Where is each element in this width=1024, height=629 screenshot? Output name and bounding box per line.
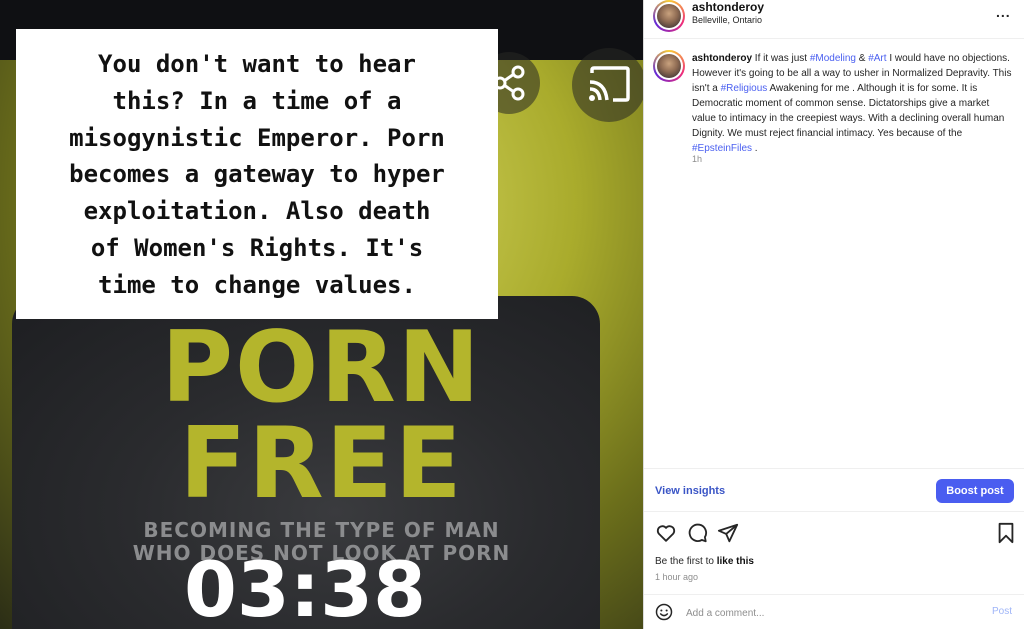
- post-details-panel: ashtonderoy Belleville, Ontario ... asht…: [643, 0, 1024, 629]
- book-subtitle-line-1: BECOMING THE TYPE OF MAN: [143, 518, 500, 542]
- post-comment-button[interactable]: Post: [992, 606, 1012, 617]
- caption-username[interactable]: ashtonderoy: [692, 53, 752, 64]
- insights-bar: View insights Boost post: [644, 468, 1024, 512]
- book-title-line-2: FREE: [179, 407, 464, 521]
- caption-text: &: [855, 53, 869, 64]
- header-username[interactable]: ashtonderoy: [692, 0, 764, 14]
- view-insights-link[interactable]: View insights: [655, 485, 725, 497]
- likes-summary: Be the first to like this: [655, 556, 754, 567]
- caption-body: If it was just #Modeling & #Art I would …: [692, 53, 1011, 154]
- caption-avatar[interactable]: [653, 50, 685, 82]
- emoji-icon[interactable]: [655, 603, 673, 621]
- avatar[interactable]: [653, 0, 685, 32]
- post-media[interactable]: PORN FREE BECOMING THE TYPE OF MAN WHO D…: [0, 0, 643, 629]
- bookmark-icon[interactable]: [996, 522, 1016, 544]
- likes-prefix: Be the first to: [655, 556, 717, 567]
- comment-input[interactable]: [684, 602, 978, 624]
- send-icon[interactable]: [717, 522, 739, 544]
- boost-post-button[interactable]: Boost post: [936, 479, 1014, 503]
- countdown-timer: 03:38: [184, 545, 426, 629]
- cast-icon: [589, 66, 630, 102]
- header-location[interactable]: Belleville, Ontario: [692, 15, 762, 25]
- hashtag-link[interactable]: #Modeling: [810, 53, 856, 64]
- like-this-link[interactable]: like this: [717, 556, 754, 567]
- hashtag-link[interactable]: #EpsteinFiles: [692, 143, 752, 154]
- text-overlay: You don't want to hear this? In a time o…: [69, 50, 445, 299]
- post-actions: [644, 518, 1024, 548]
- hashtag-link[interactable]: #Art: [868, 53, 886, 64]
- comment-bar: Post: [644, 594, 1024, 629]
- post-header: ashtonderoy Belleville, Ontario ...: [644, 0, 1024, 39]
- comment-icon[interactable]: [686, 522, 708, 544]
- caption-text: If it was just: [754, 53, 810, 64]
- caption-timestamp: 1h: [692, 154, 703, 164]
- book-title-line-1: PORN: [161, 311, 482, 425]
- heart-icon[interactable]: [655, 522, 677, 544]
- post-timestamp: 1 hour ago: [655, 572, 699, 582]
- post-caption: ashtonderoy If it was just #Modeling & #…: [692, 51, 1014, 156]
- hashtag-link[interactable]: #Religious: [721, 83, 768, 94]
- cast-button[interactable]: [572, 48, 643, 122]
- more-options-icon[interactable]: ...: [996, 4, 1011, 20]
- caption-text: .: [752, 143, 758, 154]
